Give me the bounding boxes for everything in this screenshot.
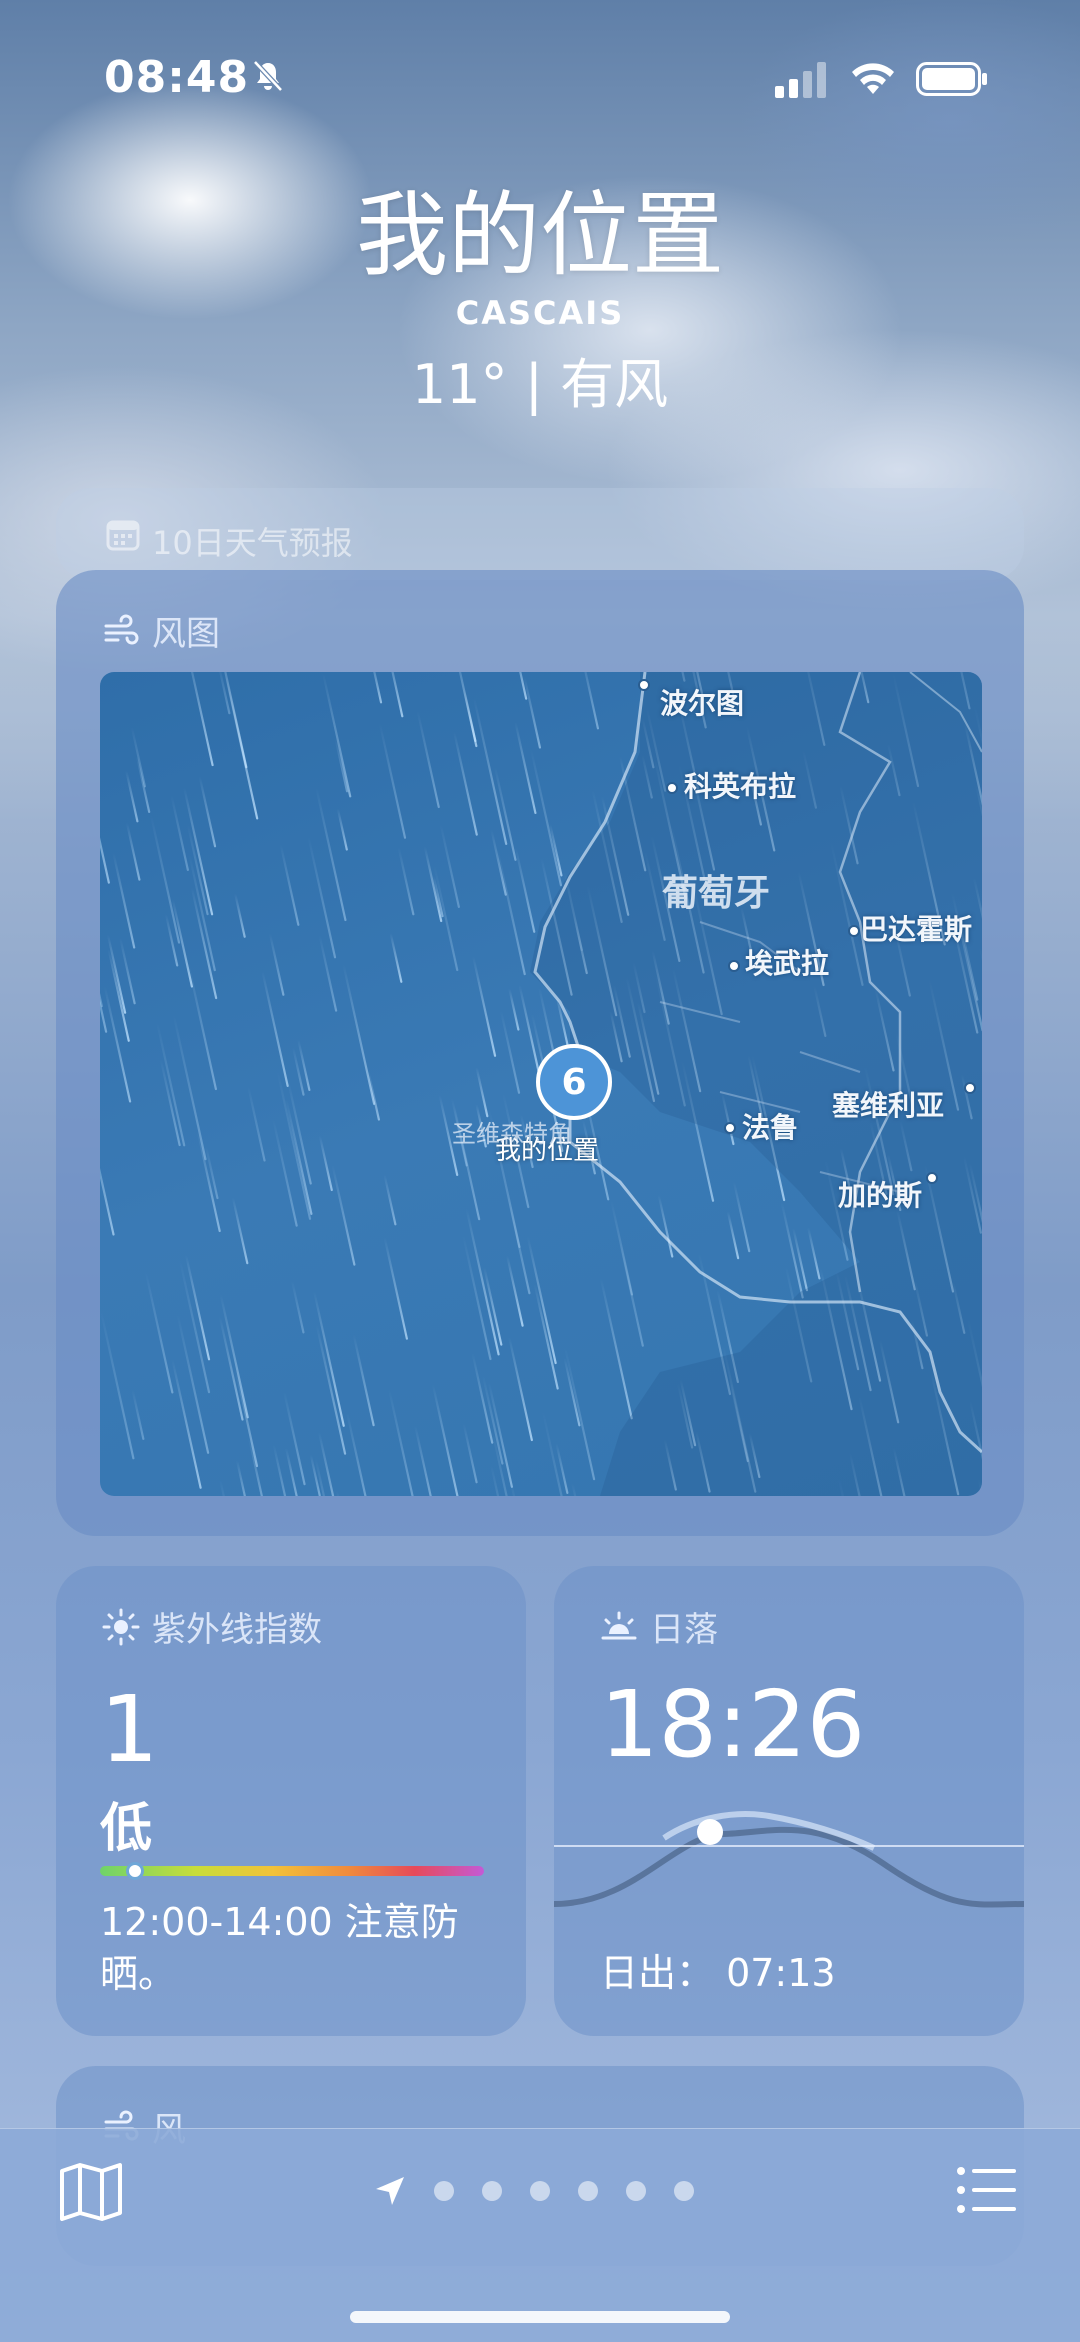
list-icon[interactable] (956, 2165, 1018, 2215)
page-dot[interactable] (578, 2181, 598, 2201)
uv-index-card[interactable]: 紫外线指数 1 低 12:00-14:00 注意防晒。 (56, 1566, 526, 2036)
sunrise-time: 日出： 07:13 (600, 1951, 836, 1995)
map-dot (638, 679, 650, 691)
sun-path-curve (554, 1811, 1024, 1908)
sunset-card[interactable]: 日落 18:26 日出： 07:13 (554, 1566, 1024, 2036)
uv-level: 低 (100, 1799, 153, 1859)
map-cape: 圣维森特角 (452, 1120, 572, 1148)
current-temperature: 11° | 有风 (411, 353, 669, 417)
forecast-card[interactable]: 10日天气预报 (56, 488, 1024, 580)
map-city: 科英布拉 (684, 770, 797, 803)
wind-map-card[interactable]: 风图 波尔图 科英布拉 葡萄牙 巴达霍斯 埃武拉 6 我的位置 塞维利亚 法鲁 … (56, 570, 1024, 1536)
sunset-icon (601, 1611, 637, 1639)
page-indicator[interactable] (374, 2173, 694, 2209)
location-subtitle: CASCAIS (455, 294, 625, 333)
map-city: 加的斯 (838, 1179, 923, 1212)
map-icon[interactable] (58, 2161, 124, 2221)
map-city: 塞维利亚 (832, 1089, 945, 1122)
map-city: 巴达霍斯 (860, 913, 973, 946)
map-city: 法鲁 (742, 1111, 799, 1144)
page-dot[interactable] (434, 2181, 454, 2201)
cellular-signal-icon (775, 62, 826, 98)
uv-scale-indicator (125, 1862, 144, 1880)
page-dot[interactable] (530, 2181, 550, 2201)
uv-header: 紫外线指数 (102, 1602, 322, 1651)
map-dot (964, 1082, 976, 1094)
map-dot (666, 782, 678, 794)
sunset-time: 18:26 (600, 1671, 866, 1778)
page-dot[interactable] (482, 2181, 502, 2201)
map-dot (728, 960, 740, 972)
map-country: 葡萄牙 (662, 873, 771, 914)
uv-label: 紫外线指数 (152, 1610, 322, 1650)
wind-icon (104, 614, 139, 644)
location-arrow-icon (376, 2177, 404, 2205)
location-pin[interactable]: 6 (536, 1044, 612, 1120)
home-indicator[interactable] (350, 2311, 730, 2323)
calendar-icon (106, 520, 140, 551)
uv-scale-bar (100, 1866, 484, 1876)
wind-map-label: 风图 (152, 614, 220, 654)
uv-value: 1 (100, 1676, 159, 1783)
wifi-icon (852, 63, 894, 94)
sunset-header: 日落 (600, 1602, 718, 1651)
page-dot[interactable] (626, 2181, 646, 2201)
battery-icon (916, 62, 987, 96)
forecast-label: 10日天气预报 (152, 524, 353, 562)
status-time: 08:48 (104, 52, 250, 103)
wind-map[interactable]: 波尔图 科英布拉 葡萄牙 巴达霍斯 埃武拉 6 我的位置 塞维利亚 法鲁 圣维森… (100, 672, 982, 1496)
silent-bell-icon (253, 60, 283, 92)
bottom-toolbar (0, 2128, 1080, 2342)
map-dot (848, 925, 860, 937)
uv-advice: 12:00-14:00 注意防晒。 (100, 1900, 459, 1997)
wind-map-header: 风图 (102, 606, 220, 655)
map-dot (926, 1172, 938, 1184)
location-header: 我的位置 CASCAIS 11° | 有风 (0, 185, 1080, 419)
map-city: 波尔图 (660, 687, 745, 720)
map-dot (724, 1122, 736, 1134)
location-title: 我的位置 (355, 182, 724, 289)
page-dot[interactable] (674, 2181, 694, 2201)
sun-icon (102, 1608, 140, 1645)
status-bar: 08:48 (0, 52, 1080, 112)
sunset-label: 日落 (650, 1610, 718, 1650)
map-city: 埃武拉 (745, 947, 830, 980)
